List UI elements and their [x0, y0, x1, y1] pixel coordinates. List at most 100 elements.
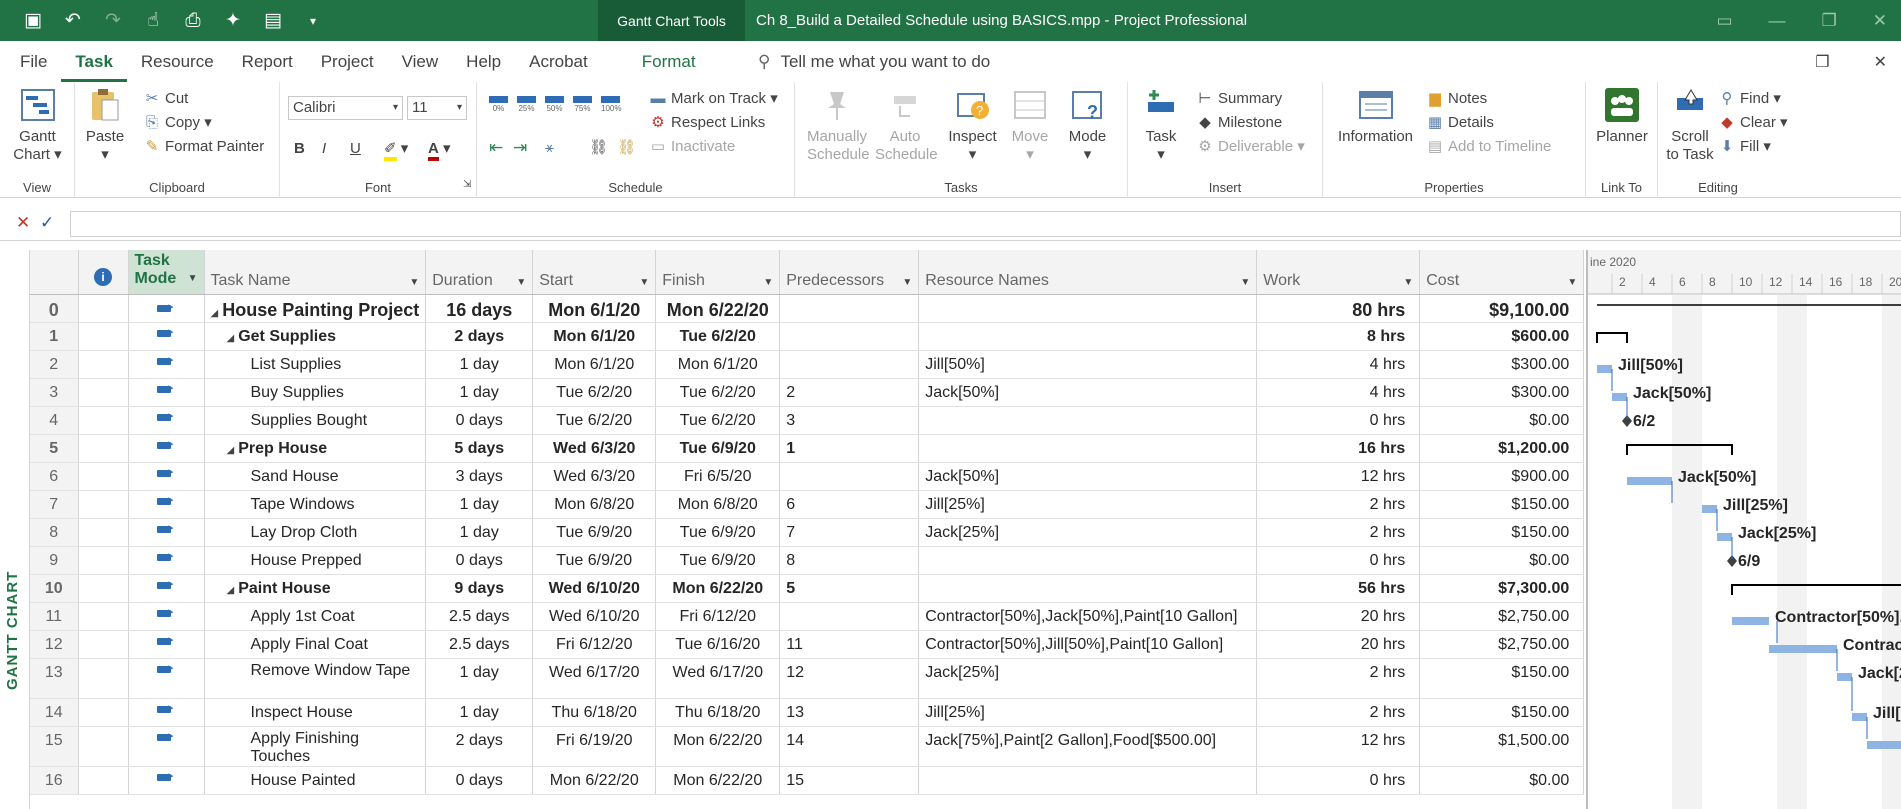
finish-cell[interactable]: Mon 6/8/20 [655, 490, 781, 519]
print-preview-icon[interactable]: ⎙ [182, 10, 204, 32]
work-cell[interactable]: 20 hrs [1256, 602, 1421, 631]
select-all-corner[interactable] [30, 250, 79, 295]
add-to-timeline-button[interactable]: ▤ Add to Timeline [1426, 136, 1551, 158]
task-mode-cell[interactable] [128, 546, 205, 575]
cost-cell[interactable]: $0.00 [1419, 406, 1585, 435]
row-id-cell[interactable]: 2 [30, 350, 79, 379]
predecessors-cell[interactable]: 6 [779, 490, 920, 519]
duration-cell[interactable]: 1 day [425, 378, 534, 407]
insert-task-button[interactable]: Task ▾ [1136, 86, 1186, 164]
task-name-cell[interactable]: Sand House [204, 462, 427, 491]
information-button[interactable]: Information [1333, 86, 1418, 146]
row-id-cell[interactable]: 14 [30, 698, 79, 727]
resource-names-cell[interactable]: Contractor[50%],Jack[50%],Paint[10 Gallo… [918, 602, 1258, 631]
tab-resource[interactable]: Resource [127, 41, 228, 82]
work-cell[interactable]: 2 hrs [1256, 490, 1421, 519]
undo-icon[interactable]: ↶ [62, 9, 84, 32]
table-row[interactable]: 14Inspect House1 dayThu 6/18/20Thu 6/18/… [30, 698, 1585, 727]
row-id-cell[interactable]: 4 [30, 406, 79, 435]
duration-header[interactable]: Duration ▼ [425, 250, 534, 295]
resource-names-cell[interactable] [918, 294, 1258, 323]
finish-cell[interactable]: Tue 6/16/20 [655, 630, 781, 659]
predecessors-cell[interactable]: 8 [779, 546, 920, 575]
task-mode-cell[interactable] [128, 406, 205, 435]
ribbon-display-icon[interactable]: ▭ [1716, 11, 1732, 31]
row-id-cell[interactable]: 8 [30, 518, 79, 547]
work-cell[interactable]: 2 hrs [1256, 658, 1421, 699]
indicator-cell[interactable] [78, 294, 129, 323]
tab-acrobat[interactable]: Acrobat [515, 41, 602, 82]
task-name-header[interactable]: Task Name ▼ [204, 250, 427, 295]
close-icon[interactable]: ✕ [1873, 11, 1887, 31]
font-color-button[interactable]: A ▾ [428, 138, 451, 161]
row-id-cell[interactable]: 9 [30, 546, 79, 575]
percent-75-button[interactable]: 75% [573, 96, 592, 113]
task-mode-cell[interactable] [128, 490, 205, 519]
cost-cell[interactable]: $1,500.00 [1419, 726, 1585, 767]
predecessors-cell[interactable]: 2 [779, 378, 920, 407]
task-name-cell[interactable]: Apply Final Coat [204, 630, 427, 659]
italic-button[interactable]: I [322, 138, 326, 160]
table-row[interactable]: 6 Sand House 3 daysWed 6/3/20Fri 6/5/20 Jac… [30, 462, 1585, 491]
resource-names-cell[interactable]: Jill[25%] [918, 490, 1258, 519]
cost-cell[interactable]: $9,100.00 [1419, 294, 1585, 323]
indicator-cell[interactable] [78, 322, 129, 351]
outdent-button[interactable]: ⇤ [489, 137, 503, 159]
resource-names-cell[interactable]: Jill[25%] [918, 698, 1258, 727]
task-name-cell[interactable]: Apply 1st Coat [204, 602, 427, 631]
cost-cell[interactable]: $0.00 [1419, 766, 1585, 795]
planner-button[interactable]: Planner [1592, 86, 1652, 146]
tab-view[interactable]: View [388, 41, 453, 82]
start-cell[interactable]: Mon 6/1/20 [532, 322, 657, 351]
paste-button[interactable]: Paste ▾ [85, 86, 125, 164]
start-cell[interactable]: Thu 6/18/20 [532, 698, 657, 727]
cost-cell[interactable]: $300.00 [1419, 378, 1585, 407]
row-id-cell[interactable]: 1 [30, 322, 79, 351]
predecessors-cell[interactable] [779, 462, 920, 491]
task-name-cell[interactable]: Supplies Bought [204, 406, 427, 435]
tab-file[interactable]: File [0, 41, 61, 82]
gantt-wizard-icon[interactable]: ✦ [222, 9, 244, 32]
predecessors-cell[interactable] [779, 294, 920, 323]
indicator-cell[interactable] [78, 518, 129, 547]
redo-icon[interactable]: ↷ [102, 9, 124, 32]
predecessors-cell[interactable]: 7 [779, 518, 920, 547]
work-cell[interactable]: 12 hrs [1256, 726, 1421, 767]
cost-cell[interactable]: $150.00 [1419, 658, 1585, 699]
task-name-cell[interactable]: Inspect House [204, 698, 427, 727]
task-mode-cell[interactable] [128, 574, 205, 603]
start-cell[interactable]: Wed 6/10/20 [532, 602, 657, 631]
predecessors-cell[interactable]: 13 [779, 698, 920, 727]
finish-cell[interactable]: Tue 6/9/20 [655, 518, 781, 547]
indicator-cell[interactable] [78, 766, 129, 795]
task-name-cell[interactable]: Remove Window Tape [204, 658, 427, 699]
table-row[interactable]: 11 Apply 1st Coat 2.5 daysWed 6/10/20Fri 6… [30, 602, 1585, 631]
task-mode-cell[interactable] [128, 766, 205, 795]
restore-window-icon[interactable]: ❐ [1815, 52, 1829, 72]
resource-names-cell[interactable] [918, 574, 1258, 603]
save-icon[interactable]: ▣ [22, 9, 44, 32]
font-name-dropdown[interactable]: Calibri ▾ [288, 96, 403, 120]
resource-names-cell[interactable]: Jack[25%] [918, 658, 1258, 699]
finish-header[interactable]: Finish ▼ [655, 250, 781, 295]
finish-cell[interactable]: Wed 6/17/20 [655, 658, 781, 699]
resource-names-cell[interactable] [918, 434, 1258, 463]
resource-names-cell[interactable]: Jack[50%] [918, 462, 1258, 491]
move-button[interactable]: Move ▾ [1005, 86, 1055, 164]
work-cell[interactable]: 12 hrs [1256, 462, 1421, 491]
predecessors-cell[interactable]: 11 [779, 630, 920, 659]
task-name-cell[interactable]: House Painted [204, 766, 427, 795]
resource-names-cell[interactable] [918, 322, 1258, 351]
tab-report[interactable]: Report [228, 41, 307, 82]
indicator-cell[interactable] [78, 726, 129, 767]
cost-cell[interactable]: $2,750.00 [1419, 602, 1585, 631]
finish-cell[interactable]: Fri 6/5/20 [655, 462, 781, 491]
start-cell[interactable]: Mon 6/1/20 [532, 350, 657, 379]
duration-cell[interactable]: 9 days [425, 574, 534, 603]
unlink-tasks-button[interactable]: ⛓ [617, 137, 636, 159]
finish-cell[interactable]: Mon 6/22/20 [655, 294, 781, 323]
collapse-icon[interactable]: ◢ [227, 333, 235, 344]
highlight-color-button[interactable]: ✐ ▾ [384, 138, 408, 161]
indicator-cell[interactable] [78, 630, 129, 659]
task-name-cell[interactable]: ◢ Get Supplies [204, 322, 427, 351]
